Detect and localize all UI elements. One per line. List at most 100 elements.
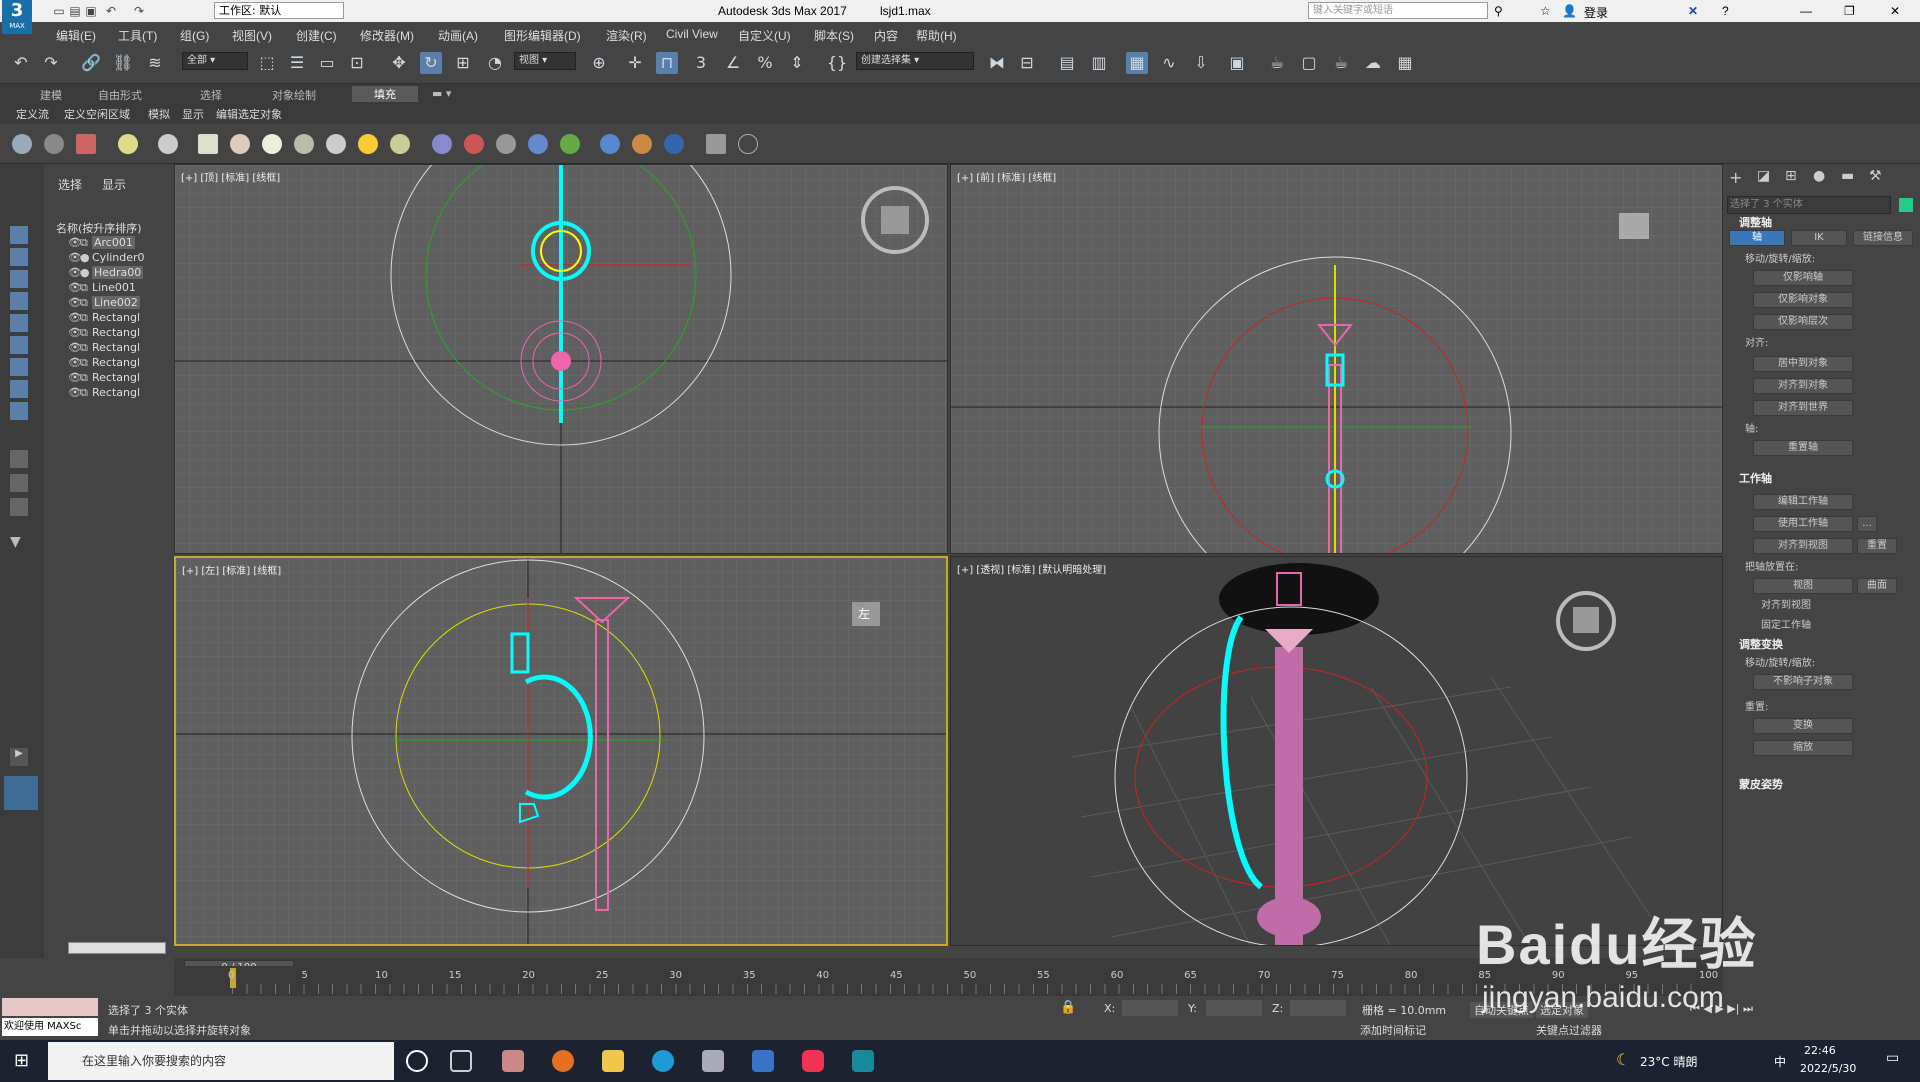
maxscript-listener[interactable] <box>2 998 98 1016</box>
btn-view-button[interactable]: 视图 <box>1753 578 1853 594</box>
cortana-icon[interactable] <box>406 1050 428 1072</box>
y-field[interactable] <box>1206 1000 1262 1016</box>
material-sphere-icon[interactable] <box>600 134 620 154</box>
strip-btn[interactable] <box>10 450 28 468</box>
search-input[interactable]: 键入关键字或短语 <box>1308 2 1488 19</box>
strip-btn[interactable] <box>10 248 28 266</box>
working-pivot-rollout[interactable]: 工作轴 <box>1739 470 1772 486</box>
restore-button[interactable]: ❐ <box>1844 4 1855 18</box>
move-icon[interactable]: ✥ <box>388 52 410 74</box>
menu-civil-view[interactable]: Civil View <box>666 27 718 41</box>
unlink-icon[interactable]: ⛓ <box>112 52 134 74</box>
login-button[interactable]: 登录 <box>1584 4 1608 21</box>
3dsmax-taskbar-icon[interactable] <box>852 1050 874 1072</box>
object-color-swatch[interactable] <box>1899 198 1913 212</box>
app-icon[interactable] <box>802 1050 824 1072</box>
x-field[interactable] <box>1122 1000 1178 1016</box>
pivot-center-icon[interactable]: ⊕ <box>588 52 610 74</box>
cloud-icon[interactable] <box>44 134 64 154</box>
render-cloud-icon[interactable]: ☁ <box>1362 52 1384 74</box>
subtab-define-flows[interactable]: 定义流 <box>16 106 49 122</box>
menu-rendering[interactable]: 渲染(R) <box>606 27 647 44</box>
app-logo[interactable]: 3 MAX <box>2 0 32 34</box>
explorer-header[interactable]: 名称(按升序排序) <box>56 220 142 236</box>
tab-object-paint[interactable]: 对象绘制 <box>272 87 316 103</box>
viewport-top[interactable]: [+] [顶] [标准] [线框] <box>174 164 948 554</box>
tab-link-info[interactable]: 链接信息 <box>1853 230 1913 246</box>
strip-btn[interactable] <box>10 270 28 288</box>
bind-spacewarp-icon[interactable]: ≋ <box>144 52 166 74</box>
btn-surface-button[interactable]: 曲面 <box>1857 578 1897 594</box>
material-editor-icon[interactable]: ▣ <box>1226 52 1248 74</box>
strip-btn[interactable] <box>10 402 28 420</box>
eye-icon[interactable]: 👁 <box>68 356 82 369</box>
btn-use-wp-button[interactable]: 使用工作轴 <box>1753 516 1853 532</box>
notification-icon[interactable]: ▭ <box>1886 1050 1899 1066</box>
redo-icon[interactable]: ↷ <box>40 52 62 74</box>
place-icon[interactable]: ◔ <box>484 52 506 74</box>
star-icon[interactable]: ☆ <box>1540 4 1551 18</box>
gear-icon[interactable] <box>528 134 548 154</box>
menu-customize[interactable]: 自定义(U) <box>738 27 791 44</box>
btn-object-only-button[interactable]: 仅影响对象 <box>1753 292 1853 308</box>
app-icon[interactable] <box>502 1050 524 1072</box>
molecule-icon[interactable] <box>464 134 484 154</box>
selection-filter-dropdown[interactable]: 全部 ▾ <box>182 52 248 70</box>
expand-arrow-icon[interactable]: ▶ <box>10 748 28 766</box>
tab-modeling[interactable]: 建模 <box>40 87 62 103</box>
image-icon[interactable] <box>76 134 96 154</box>
chk-align-view-checkbox[interactable]: 对齐到视图 <box>1761 596 1811 611</box>
workspace-dropdown[interactable]: 工作区: 默认 <box>214 2 344 19</box>
layer-explorer-icon[interactable]: ▤ <box>1056 52 1078 74</box>
menu-group[interactable]: 组(G) <box>180 27 209 44</box>
btn-reset-pivot-button[interactable]: 重置轴 <box>1753 440 1853 456</box>
strip-btn[interactable] <box>10 358 28 376</box>
explorer-tab-display[interactable]: 显示 <box>102 176 126 193</box>
strip-btn[interactable] <box>10 314 28 332</box>
cup-icon[interactable] <box>294 134 314 154</box>
light-bulb-icon[interactable] <box>118 134 138 154</box>
schematic-view-icon[interactable]: ⇩ <box>1190 52 1212 74</box>
tab-ik[interactable]: IK <box>1791 230 1847 246</box>
welcome-field[interactable]: 欢迎使用 MAXSc <box>2 1018 98 1036</box>
subtab-simulate[interactable]: 模拟 <box>148 106 170 122</box>
hierarchy-tab-icon[interactable]: ⊞ <box>1785 168 1807 190</box>
plane-icon[interactable] <box>198 134 218 154</box>
menu-edit[interactable]: 编辑(E) <box>56 27 96 44</box>
clock-time[interactable]: 22:46 <box>1804 1044 1836 1057</box>
btn-scale-button[interactable]: 缩放 <box>1753 740 1853 756</box>
keyboard-shortcut-icon[interactable]: ⊓ <box>656 52 678 74</box>
undo-icon[interactable]: ↶ <box>100 0 122 22</box>
btn-dont-affect-button[interactable]: 不影响子对象 <box>1753 674 1853 690</box>
utilities-tab-icon[interactable]: ⚒ <box>1869 168 1891 190</box>
render-iterative-icon[interactable]: ▦ <box>1394 52 1416 74</box>
percent-snap-icon[interactable]: % <box>754 52 776 74</box>
add-time-tag-button[interactable]: 添加时间标记 <box>1360 1022 1426 1038</box>
firefox-icon[interactable] <box>552 1050 574 1072</box>
named-selection-dropdown[interactable]: 创建选择集 ▾ <box>856 52 974 70</box>
scene-explorer-icon[interactable]: ▥ <box>1088 52 1110 74</box>
filter-icon[interactable]: ▼ <box>10 534 28 552</box>
eye-icon[interactable]: 👁 <box>68 311 82 324</box>
eye-icon[interactable]: 👁 <box>68 386 82 399</box>
exchange-icon[interactable]: ✕ <box>1688 4 1698 18</box>
ribbon-options-icon[interactable]: ▬ ▾ <box>432 87 451 100</box>
cone-icon[interactable] <box>326 134 346 154</box>
render-setup-icon[interactable]: ☕ <box>1266 52 1288 74</box>
btn-transform-button[interactable]: 变换 <box>1753 718 1853 734</box>
align-icon[interactable]: ⊟ <box>1016 52 1038 74</box>
menu-graph-editors[interactable]: 图形编辑器(D) <box>504 27 581 44</box>
btn-ellipsis-button[interactable]: ... <box>1857 516 1877 532</box>
strip-btn[interactable] <box>10 336 28 354</box>
track-bar[interactable]: 0 5 10 15 20 25 30 35 40 45 50 55 60 65 70 75 80 85 90 95 10… <box>174 966 1723 996</box>
ribbon-toggle-icon[interactable]: ▦ <box>1126 52 1148 74</box>
explorer-scrollbar[interactable] <box>68 942 166 954</box>
menu-views[interactable]: 视图(V) <box>232 27 272 44</box>
subtab-edit-selected[interactable]: 编辑选定对象 <box>216 106 282 122</box>
link-icon[interactable]: 🔗 <box>80 52 102 74</box>
render-icon[interactable] <box>664 134 684 154</box>
btn-pivot-only-button[interactable]: 仅影响轴 <box>1753 270 1853 286</box>
curve-editor-icon[interactable]: ∿ <box>1158 52 1180 74</box>
reference-coord-dropdown[interactable]: 视图 ▾ <box>514 52 576 70</box>
window-crossing-icon[interactable]: ⊡ <box>346 52 368 74</box>
